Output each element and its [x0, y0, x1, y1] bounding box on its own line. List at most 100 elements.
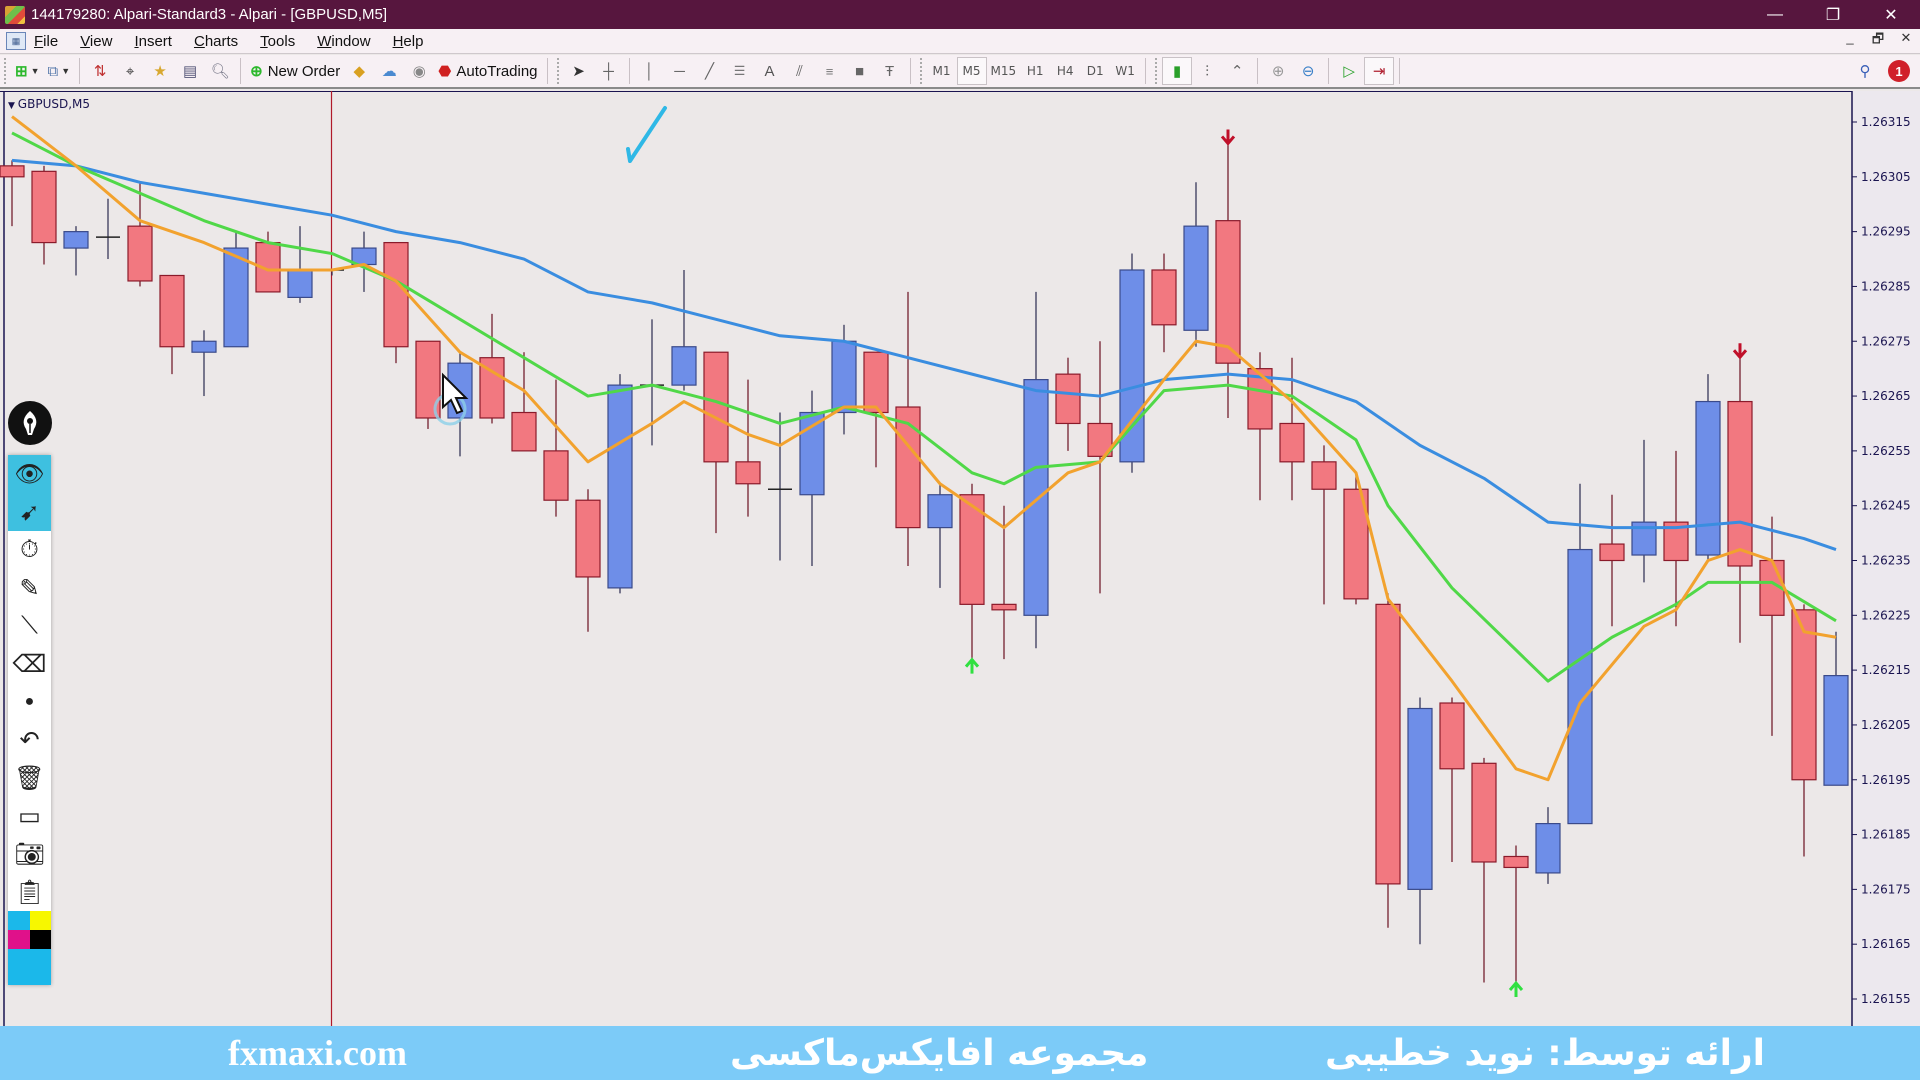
timeframe-d1[interactable]: D1	[1080, 57, 1110, 85]
timeframe-h4[interactable]: H4	[1050, 57, 1080, 85]
chart-symbol-label: GBPUSD,M5	[8, 97, 90, 111]
candle-bullish	[1535, 822, 1561, 874]
zoom-out-button[interactable]: ⊖	[1293, 57, 1323, 85]
chevron-down-icon: ▼	[30, 66, 40, 76]
zoom-in-button[interactable]: ⊕	[1263, 57, 1293, 85]
bar-chart-button[interactable]: ⫶	[1192, 57, 1222, 85]
candle-bullish	[1695, 400, 1721, 556]
menu-help[interactable]: Help	[393, 33, 424, 50]
color-swatch-yellow[interactable]	[29, 911, 51, 930]
timer-tool[interactable]: ⏱︎	[8, 531, 51, 569]
cloud-server-icon: ☁	[381, 63, 397, 80]
child-restore-button[interactable]: 🗗	[1864, 30, 1892, 52]
board-tool[interactable]: ▭	[8, 797, 51, 835]
cursor-tool-button[interactable]: ➤	[564, 57, 594, 85]
dot-tool[interactable]: ●	[8, 683, 51, 721]
trendline-button[interactable]: ╱	[695, 57, 725, 85]
candlestick-chart-button[interactable]: ▮	[1162, 57, 1193, 85]
timeframe-m15[interactable]: M15	[987, 57, 1021, 85]
window-title: 144179280: Alpari-Standard3 - Alpari - […	[31, 6, 388, 23]
timeframe-m1[interactable]: M1	[927, 57, 957, 85]
menu-view[interactable]: View	[80, 33, 112, 50]
chart-area[interactable]: 1.26315 1.26305 1.26295 1.26285 1.26275 1.262…	[0, 91, 1920, 1026]
menu-window[interactable]: Window	[317, 33, 370, 50]
autotrading-button[interactable]: ⬣ AutoTrading	[434, 57, 541, 85]
rectangle-button[interactable]: ■	[845, 57, 875, 85]
candle-bullish	[223, 247, 249, 348]
pen-toggle-button[interactable]	[8, 401, 52, 445]
pointer-tool[interactable]: ➹	[8, 493, 51, 531]
horizontal-line-icon: ─	[674, 62, 685, 80]
fibo-fan-button[interactable]: ≡	[815, 57, 845, 85]
price-tick-label: 1.26155	[1861, 992, 1911, 1006]
line-tool[interactable]: ⟍	[8, 607, 51, 645]
fibonacci-button[interactable]: ☰	[725, 57, 755, 85]
terminal-button[interactable]: ▤	[175, 57, 205, 85]
zoom-out-icon: ⊖	[1301, 63, 1315, 80]
strategy-tester-button[interactable]: 🔍︎	[205, 57, 235, 85]
close-button[interactable]: ✕	[1862, 0, 1920, 29]
profiles-button[interactable]: ⧉ ▼	[44, 57, 75, 85]
chart-shift-button[interactable]: ⇥	[1364, 57, 1395, 85]
line-chart-button[interactable]: ⌃	[1222, 57, 1252, 85]
chart-window-icon[interactable]: ▦	[6, 32, 26, 50]
signals-button[interactable]: ◉	[404, 57, 434, 85]
candle-bearish	[1599, 543, 1625, 562]
candle-bullish	[287, 269, 313, 298]
toolbar-grip[interactable]	[4, 58, 7, 84]
child-close-button[interactable]: ✕	[1892, 30, 1920, 52]
metaeditor-button[interactable]: ◆	[344, 57, 374, 85]
horizontal-line-button[interactable]: ─	[665, 57, 695, 85]
menu-tools[interactable]: Tools	[260, 33, 295, 50]
child-minimize-button[interactable]: _	[1836, 30, 1864, 52]
restore-button[interactable]: ❐	[1804, 0, 1862, 29]
eraser-tool[interactable]: ⌫	[8, 645, 51, 683]
new-chart-button[interactable]: ⊞ ▼	[11, 57, 44, 85]
highlighter-tool[interactable]: ✎	[8, 569, 51, 607]
search-button[interactable]: ⚲	[1850, 57, 1880, 85]
vps-button[interactable]: ☁	[374, 57, 404, 85]
text-label-icon: Ŧ	[884, 62, 895, 80]
trash-tool[interactable]: 🗑︎	[8, 759, 51, 797]
text-a-icon: A	[764, 62, 775, 80]
clipboard-tool[interactable]: 📋︎	[8, 873, 51, 911]
menu-charts[interactable]: Charts	[194, 33, 238, 50]
navigator-button[interactable]: ★	[145, 57, 175, 85]
text-tool-button[interactable]: A	[755, 57, 785, 85]
text-label-button[interactable]: Ŧ	[875, 57, 905, 85]
candle-bearish	[511, 411, 537, 452]
timer-off-icon: ⏱︎	[20, 536, 39, 563]
candle-bearish	[0, 165, 25, 178]
notifications-badge[interactable]: 1	[1888, 60, 1910, 82]
crosshair-tool-button[interactable]: ┼	[594, 57, 624, 85]
auto-scroll-button[interactable]: ▷	[1334, 57, 1364, 85]
new-order-button[interactable]: ⊕ New Order	[246, 57, 344, 85]
current-color-swatch[interactable]	[8, 949, 51, 985]
data-window-button[interactable]: ⌖	[115, 57, 145, 85]
undo-tool[interactable]: ↶	[8, 721, 51, 759]
market-watch-button[interactable]: ⇅	[85, 57, 115, 85]
color-swatch-magenta[interactable]	[8, 930, 30, 949]
fibonacci-icon: ☰	[733, 63, 746, 78]
timeframe-w1[interactable]: W1	[1110, 57, 1140, 85]
color-swatch-black[interactable]	[29, 930, 51, 949]
toolbar-grip[interactable]	[556, 58, 560, 84]
toolbar-grip[interactable]	[919, 58, 923, 84]
vertical-line-button[interactable]: │	[635, 57, 665, 85]
eye-tool[interactable]: 👁︎	[8, 455, 51, 493]
minimize-button[interactable]: —	[1746, 0, 1804, 29]
toolbar-grip[interactable]	[1155, 58, 1158, 84]
new-chart-icon: ⊞	[15, 63, 28, 80]
color-swatch-cyan[interactable]	[8, 911, 30, 930]
candle-bearish	[159, 274, 185, 348]
auto-scroll-icon: ▷	[1343, 63, 1355, 80]
candle-bullish	[1183, 225, 1209, 331]
candle-bearish	[1215, 220, 1241, 364]
timeframe-h1[interactable]: H1	[1020, 57, 1050, 85]
channel-button[interactable]: ⫽	[785, 57, 815, 85]
timeframe-m5[interactable]: M5	[956, 57, 987, 85]
menu-file[interactable]: File	[34, 33, 58, 50]
menu-insert[interactable]: Insert	[134, 33, 172, 50]
chart-canvas[interactable]: 1.26315 1.26305 1.26295 1.26285 1.26275 1.262…	[0, 91, 1920, 1026]
camera-tool[interactable]: 📷︎	[8, 835, 51, 873]
